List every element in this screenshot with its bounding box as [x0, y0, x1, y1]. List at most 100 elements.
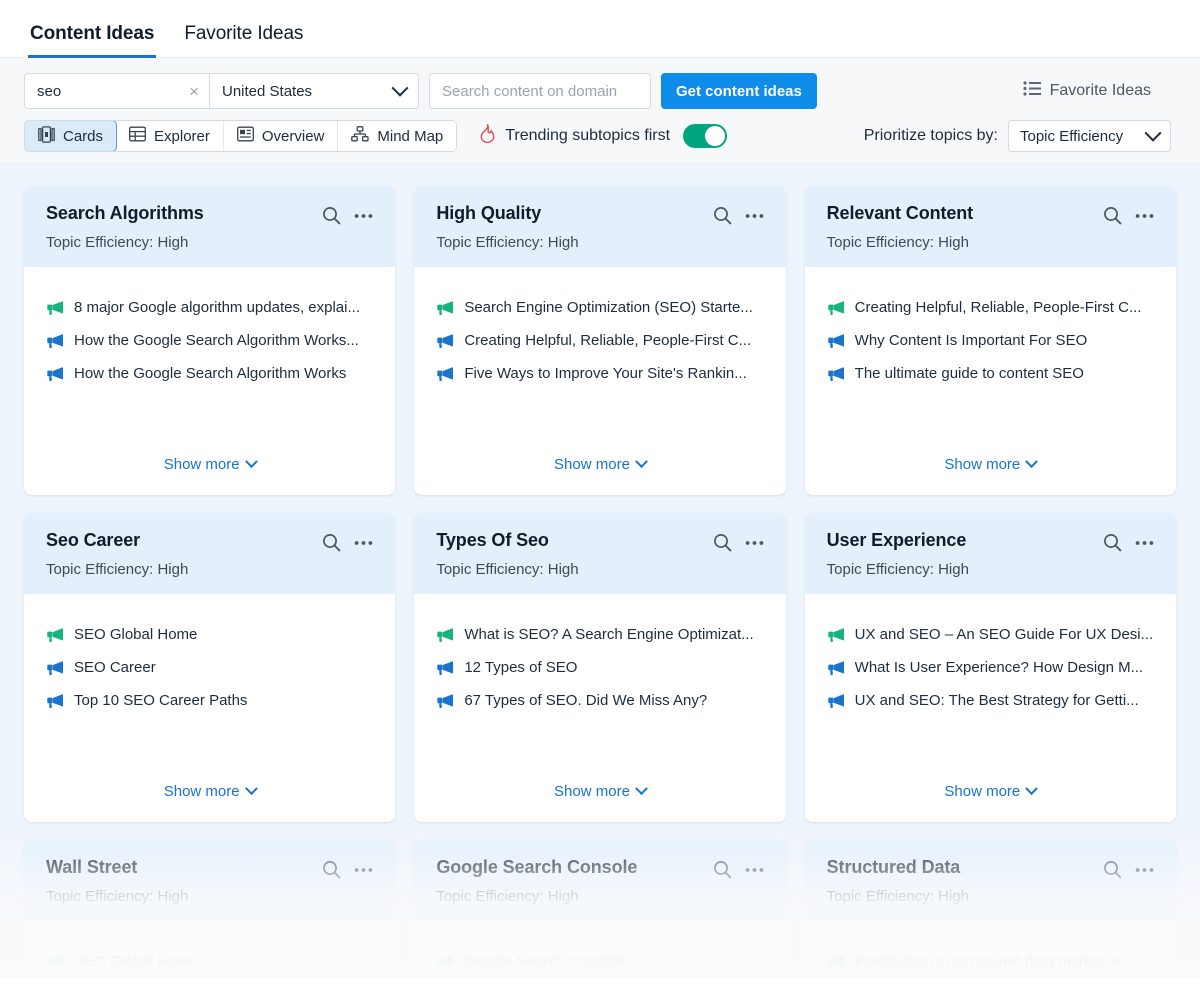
- toggle-knob: [705, 126, 726, 146]
- topic-efficiency-label: Topic Efficiency: High: [436, 561, 579, 578]
- card-title: Types Of Seo: [436, 530, 549, 550]
- search-icon[interactable]: [1103, 206, 1122, 225]
- favorite-ideas-link[interactable]: Favorite Ideas: [1023, 81, 1176, 101]
- cards-icon: [38, 125, 55, 147]
- idea-item[interactable]: Introduction to structured data markup i…: [827, 953, 1154, 970]
- topic-efficiency-label: Topic Efficiency: High: [436, 888, 579, 905]
- megaphone-icon: [436, 366, 454, 381]
- megaphone-icon: [827, 954, 844, 969]
- idea-label: SEO Career: [74, 659, 156, 676]
- show-more-button[interactable]: Show more: [24, 442, 395, 495]
- ellipsis-icon[interactable]: [354, 540, 373, 546]
- megaphone-icon: [827, 693, 844, 708]
- idea-item[interactable]: Creating Helpful, Reliable, People-First…: [827, 299, 1154, 316]
- idea-item[interactable]: Search Engine Optimization (SEO) Starte.…: [436, 299, 763, 316]
- idea-item[interactable]: UX and SEO: The Best Strategy for Getti.…: [827, 692, 1154, 709]
- keyword-input[interactable]: seo ×: [25, 74, 209, 108]
- view-mode-explorer-label: Explorer: [154, 127, 210, 145]
- chevron-down-icon: [1144, 124, 1162, 142]
- tab-favorite-ideas[interactable]: Favorite Ideas: [182, 23, 305, 57]
- idea-item[interactable]: SEO Global Home: [46, 626, 373, 643]
- show-more-button[interactable]: Show more: [414, 769, 785, 822]
- idea-label: SEO Global Home: [74, 626, 198, 643]
- idea-item[interactable]: The ultimate guide to content SEO: [827, 365, 1154, 382]
- view-mode-mind-map[interactable]: Mind Map: [338, 121, 457, 151]
- idea-item[interactable]: 12 Types of SEO: [436, 659, 763, 676]
- search-icon[interactable]: [322, 860, 341, 879]
- ellipsis-icon[interactable]: [745, 540, 764, 546]
- idea-label: SEO Global Home: [74, 953, 198, 970]
- idea-item[interactable]: What is SEO? A Search Engine Optimizat..…: [436, 626, 763, 643]
- idea-item[interactable]: 8 major Google algorithm updates, explai…: [46, 299, 373, 316]
- megaphone-icon: [827, 660, 844, 675]
- view-mode-explorer[interactable]: Explorer: [116, 121, 224, 151]
- ellipsis-icon[interactable]: [745, 213, 764, 219]
- view-mode-overview[interactable]: Overview: [223, 121, 339, 151]
- idea-item[interactable]: UX and SEO – An SEO Guide For UX Desi...: [827, 626, 1154, 643]
- idea-item[interactable]: 67 Types of SEO. Did We Miss Any?: [436, 692, 763, 709]
- topic-card: User Experience Topic Efficiency: High UX …: [804, 513, 1176, 822]
- tab-content-ideas[interactable]: Content Ideas: [28, 23, 157, 58]
- card-title: Seo Career: [46, 530, 141, 550]
- megaphone-icon: [827, 333, 844, 348]
- view-mode-mind-map-label: Mind Map: [377, 127, 444, 145]
- idea-item[interactable]: What Is User Experience? How Design M...: [827, 659, 1154, 676]
- megaphone-icon: [46, 954, 63, 969]
- idea-item[interactable]: Creating Helpful, Reliable, People-First…: [436, 332, 763, 349]
- show-more-button[interactable]: Show more: [24, 769, 395, 822]
- idea-item[interactable]: How the Google Search Algorithm Works: [46, 365, 373, 382]
- prioritize-select[interactable]: Topic Efficiency: [1008, 120, 1171, 152]
- domain-search-input[interactable]: [429, 73, 651, 109]
- megaphone-icon: [46, 333, 63, 348]
- card-title: Wall Street: [46, 857, 138, 877]
- idea-item[interactable]: SEO Global Home: [46, 953, 373, 970]
- idea-label: Google Search Console: [464, 953, 624, 970]
- view-mode-overview-label: Overview: [261, 127, 325, 145]
- search-icon[interactable]: [322, 206, 341, 225]
- ellipsis-icon[interactable]: [354, 213, 373, 219]
- ellipsis-icon[interactable]: [745, 867, 764, 873]
- megaphone-icon: [827, 300, 844, 315]
- show-more-button[interactable]: Show more: [414, 442, 785, 495]
- topic-card: Relevant Content Topic Efficiency: High Cr…: [804, 186, 1176, 495]
- idea-label: How the Google Search Algorithm Works: [74, 365, 347, 382]
- topic-card: Seo Career Topic Efficiency: High SEO Glob…: [24, 513, 396, 822]
- search-icon[interactable]: [713, 860, 732, 879]
- search-icon[interactable]: [1103, 533, 1122, 552]
- ellipsis-icon[interactable]: [1135, 540, 1154, 546]
- idea-label: How the Google Search Algorithm Works...: [74, 332, 359, 349]
- idea-item[interactable]: How the Google Search Algorithm Works...: [46, 332, 373, 349]
- idea-item[interactable]: Why Content Is Important For SEO: [827, 332, 1154, 349]
- idea-label: 12 Types of SEO: [464, 659, 578, 676]
- search-icon[interactable]: [713, 206, 732, 225]
- card-title: Relevant Content: [826, 203, 974, 223]
- ellipsis-icon[interactable]: [1135, 867, 1154, 873]
- idea-item[interactable]: SEO Career: [46, 659, 373, 676]
- view-mode-cards[interactable]: Cards: [25, 121, 118, 151]
- idea-item[interactable]: Five Ways to Improve Your Site's Rankin.…: [436, 365, 763, 382]
- country-select[interactable]: United States: [210, 74, 418, 108]
- idea-item[interactable]: Google Search Console: [436, 953, 763, 970]
- ellipsis-icon[interactable]: [354, 867, 373, 873]
- trending-subtopics-toggle[interactable]: [683, 124, 728, 148]
- search-icon[interactable]: [713, 533, 732, 552]
- topic-efficiency-label: Topic Efficiency: High: [826, 234, 969, 251]
- search-icon[interactable]: [322, 533, 341, 552]
- ellipsis-icon[interactable]: [1135, 213, 1154, 219]
- show-more-label: Show more: [554, 783, 630, 800]
- show-more-button[interactable]: Show more: [805, 442, 1176, 495]
- idea-label: 67 Types of SEO. Did We Miss Any?: [464, 692, 708, 709]
- chevron-down-icon: [1025, 782, 1039, 796]
- idea-label: UX and SEO – An SEO Guide For UX Desi...: [854, 626, 1154, 643]
- trending-subtopics-label: Trending subtopics first: [505, 127, 671, 144]
- card-title: Google Search Console: [436, 857, 638, 877]
- card-body: UX and SEO – An SEO Guide For UX Desi...…: [805, 594, 1176, 769]
- clear-icon[interactable]: ×: [181, 83, 199, 100]
- flame-icon: [479, 124, 496, 148]
- get-content-ideas-button[interactable]: Get content ideas: [661, 73, 817, 109]
- idea-item[interactable]: Top 10 SEO Career Paths: [46, 692, 373, 709]
- card-title: Search Algorithms: [46, 203, 204, 223]
- search-icon[interactable]: [1103, 860, 1122, 879]
- view-mode-group: Cards Explorer Overview Mind Map: [24, 120, 458, 152]
- show-more-button[interactable]: Show more: [805, 769, 1176, 822]
